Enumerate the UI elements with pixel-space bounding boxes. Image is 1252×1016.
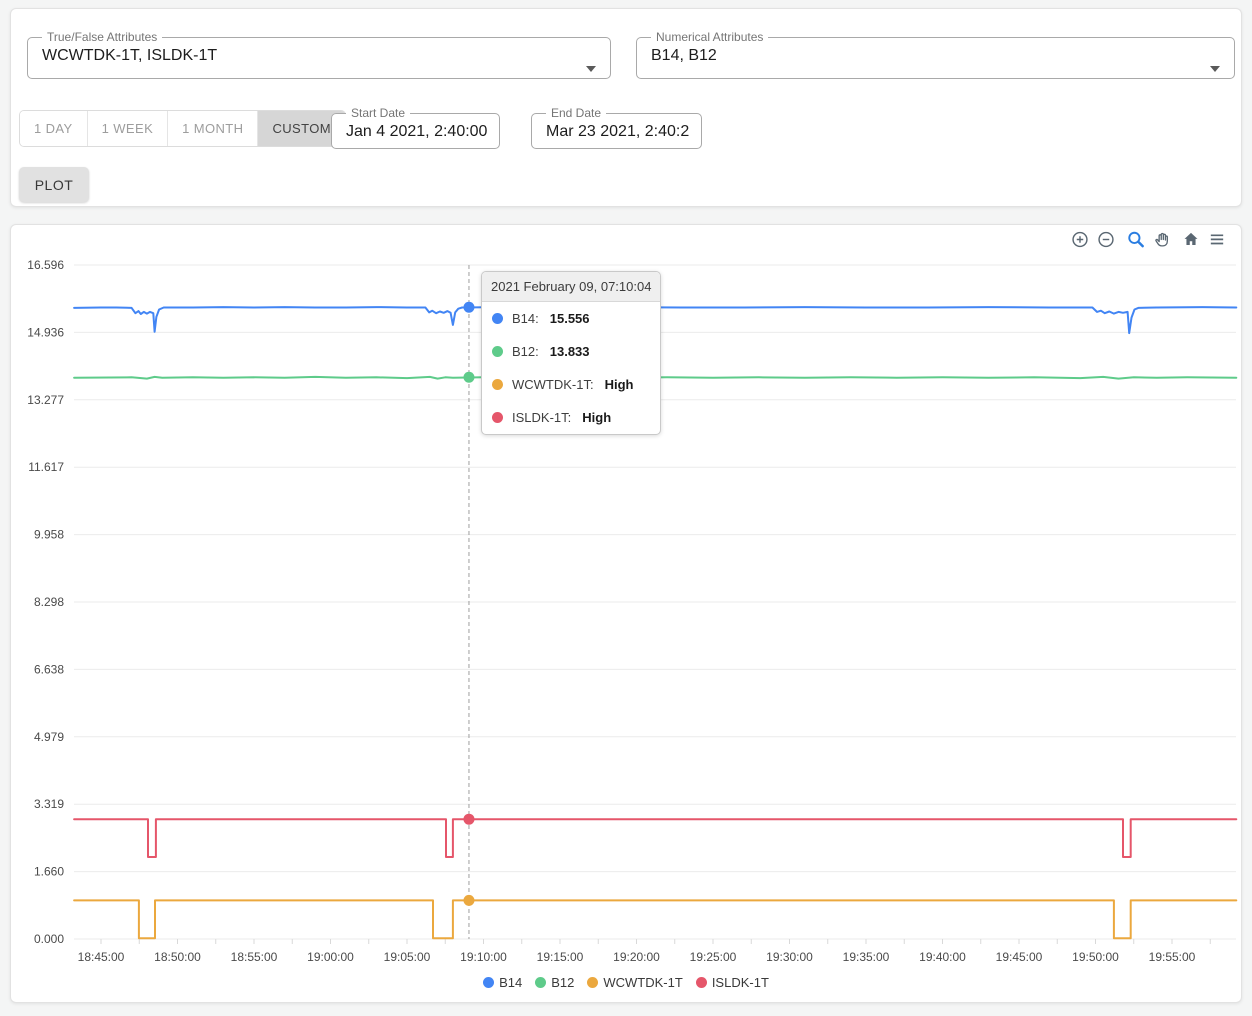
end-date-value: Mar 23 2021, 2:40:2 [544,120,689,151]
x-tick-label: 19:30:00 [766,950,813,964]
end-date-label: End Date [546,107,606,120]
zoom-in-icon[interactable] [1070,230,1090,249]
y-tick-label: 0.000 [34,932,64,946]
series-color-dot [492,379,503,390]
true-false-attributes-value: WCWTDK-1T, ISLDK-1T [40,44,598,75]
x-tick-label: 19:50:00 [1072,950,1119,964]
y-tick-label: 14.936 [27,325,64,339]
y-tick-label: 3.319 [34,797,64,811]
x-ticks [101,939,1210,944]
tooltip-series-label: WCWTDK-1T: [512,377,594,392]
box-zoom-icon[interactable] [1126,230,1146,249]
x-tick-label: 19:55:00 [1149,950,1196,964]
numerical-attributes-select[interactable]: Numerical Attributes B14, B12 [636,31,1235,79]
x-tick-label: 19:05:00 [384,950,431,964]
chart-modebar [1070,230,1227,249]
controls-panel: True/False Attributes WCWTDK-1T, ISLDK-1… [10,8,1242,207]
tooltip-rows: B14:15.556B12:13.833WCWTDK-1T:HighISLDK-… [482,302,660,434]
chevron-down-icon [586,66,596,72]
legend-item-b12[interactable]: B12 [535,975,574,990]
series-color-dot [492,346,503,357]
y-tick-label: 13.277 [27,393,64,407]
end-date-field[interactable]: End Date Mar 23 2021, 2:40:2 [531,107,702,149]
series-line-ISLDK-1T [74,819,1236,857]
crosshair-marker-B14 [463,302,474,313]
y-tick-label: 11.617 [28,460,64,474]
legend-color-dot [696,977,707,988]
series-color-dot [492,313,503,324]
chevron-down-icon [1210,66,1220,72]
legend-color-dot [483,977,494,988]
legend-item-isldk-1t[interactable]: ISLDK-1T [696,975,769,990]
x-tick-label: 19:10:00 [460,950,507,964]
chart-legend: B14 B12 WCWTDK-1T ISLDK-1T [11,975,1241,990]
legend-label: B12 [551,975,574,990]
y-tick-label: 6.638 [34,662,64,676]
x-tick-label: 19:25:00 [690,950,737,964]
legend-label: ISLDK-1T [712,975,769,990]
crosshair-marker-ISLDK-1T [463,814,474,825]
x-tick-label: 19:20:00 [613,950,660,964]
tooltip-series-label: ISLDK-1T: [512,410,571,425]
tooltip-row: ISLDK-1T: High [482,401,660,434]
x-tick-label: 19:40:00 [919,950,966,964]
start-date-value: Jan 4 2021, 2:40:00 [344,120,487,151]
x-tick-labels: 18:45:00 18:50:00 18:55:00 19:00:00 19:05:00… [78,950,1196,964]
tooltip-series-value: High [605,377,634,392]
menu-icon[interactable] [1207,230,1227,249]
tooltip-timestamp: 2021 February 09, 07:10:04 [482,272,660,302]
x-tick-label: 19:15:00 [537,950,584,964]
y-tick-label: 1.660 [34,865,64,879]
zoom-out-icon[interactable] [1096,230,1116,249]
numerical-attributes-label: Numerical Attributes [651,31,768,44]
crosshair-marker-B12 [463,372,474,383]
hover-tooltip: 2021 February 09, 07:10:04 B14: 15.556 B12… [481,271,661,435]
legend-item-b14[interactable]: B14 [483,975,522,990]
range-button-group: 1 DAY1 WEEK1 MONTHCUSTOM [19,110,346,147]
start-date-label: Start Date [346,107,410,120]
legend-color-dot [535,977,546,988]
series-line-WCWTDK-1T [74,900,1236,938]
tooltip-series-label: B14: [512,311,539,326]
legend-item-wcwtdk-1t[interactable]: WCWTDK-1T [587,975,682,990]
chart-panel: 16.596 14.936 13.277 11.617 9.958 8.298 6.638 4… [10,224,1242,1003]
legend-label: B14 [499,975,522,990]
start-date-field[interactable]: Start Date Jan 4 2021, 2:40:00 [331,107,500,149]
x-tick-label: 19:45:00 [996,950,1043,964]
numerical-attributes-value: B14, B12 [649,44,1222,75]
range-button-1-week[interactable]: 1 WEEK [88,111,169,146]
tooltip-series-label: B12: [512,344,539,359]
tooltip-series-value: 15.556 [550,311,590,326]
x-tick-label: 18:50:00 [154,950,201,964]
range-button-1-month[interactable]: 1 MONTH [168,111,258,146]
tooltip-row: WCWTDK-1T: High [482,368,660,401]
y-tick-label: 9.958 [34,528,64,542]
x-tick-label: 19:35:00 [843,950,890,964]
range-button-1-day[interactable]: 1 DAY [20,111,88,146]
x-tick-label: 19:00:00 [307,950,354,964]
legend-label: WCWTDK-1T [603,975,682,990]
y-tick-label: 4.979 [34,730,64,744]
x-tick-label: 18:45:00 [78,950,125,964]
true-false-attributes-label: True/False Attributes [42,31,162,44]
tooltip-row: B12: 13.833 [482,335,660,368]
pan-icon[interactable] [1152,230,1172,249]
legend-color-dot [587,977,598,988]
y-tick-label: 8.298 [34,595,64,609]
series-color-dot [492,412,503,423]
crosshair-marker-WCWTDK-1T [463,895,474,906]
x-tick-label: 18:55:00 [231,950,278,964]
tooltip-series-value: High [582,410,611,425]
tooltip-series-value: 13.833 [550,344,590,359]
y-tick-label: 16.596 [27,258,64,272]
true-false-attributes-select[interactable]: True/False Attributes WCWTDK-1T, ISLDK-1… [27,31,611,79]
tooltip-row: B14: 15.556 [482,302,660,335]
home-icon[interactable] [1181,230,1201,249]
plot-button[interactable]: PLOT [19,167,89,202]
